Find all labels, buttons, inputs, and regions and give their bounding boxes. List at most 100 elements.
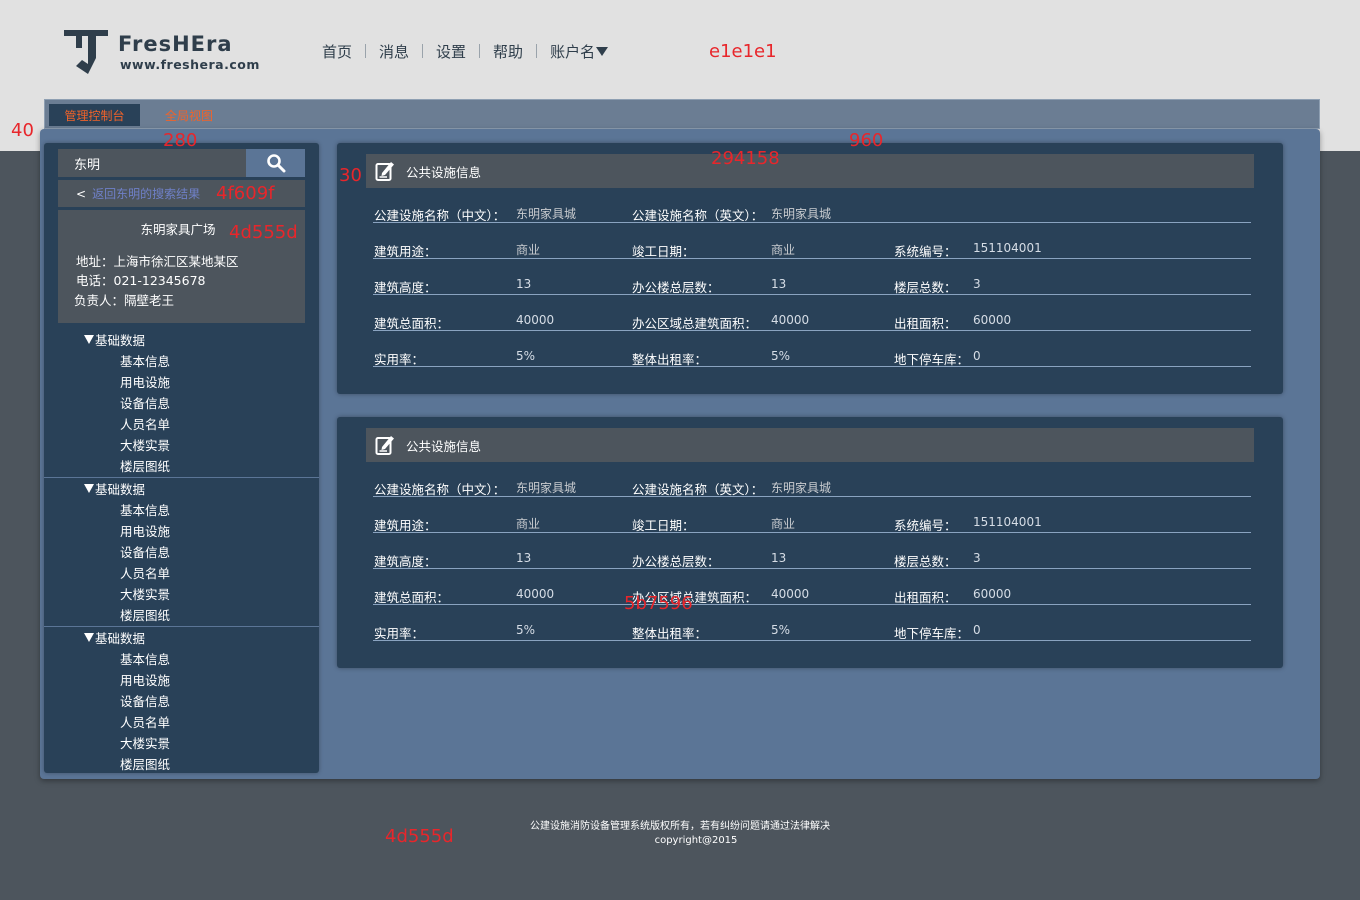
field-label: 系统编号： (894, 244, 957, 259)
tree-item-building-photos[interactable]: 大楼实景 (44, 732, 319, 753)
field-label: 竣工日期： (632, 518, 695, 533)
field-label: 地下停车库： (894, 626, 970, 641)
tree-item-electrical[interactable]: 用电设施 (44, 371, 319, 392)
annotation-header-color: e1e1e1 (709, 41, 777, 62)
field-value: 151104001 (973, 241, 1042, 255)
field-label: 整体出租率： (632, 626, 708, 641)
field-value: 151104001 (973, 515, 1042, 529)
building-phone: 电话：021-12345678 (76, 273, 206, 288)
tab-admin-console[interactable]: 管理控制台 (49, 104, 140, 126)
field-value: 40000 (516, 313, 555, 327)
field-label: 建筑总面积： (374, 316, 450, 331)
field-value: 5% (516, 349, 536, 363)
field-label: 建筑总面积： (374, 590, 450, 605)
nav-divider (365, 44, 367, 58)
logo-mark-icon (64, 30, 108, 74)
field-label: 建筑用途： (374, 244, 437, 259)
tree-item-personnel[interactable]: 人员名单 (44, 711, 319, 732)
tree-item-building-photos[interactable]: 大楼实景 (44, 434, 319, 455)
field-label: 系统编号： (894, 518, 957, 533)
info-row: 实用率： 5% 整体出租率： 5% 地下停车库： 0 (373, 623, 1251, 641)
tree-item-floor-plans[interactable]: 楼层图纸 (44, 753, 319, 774)
tree-item-personnel[interactable]: 人员名单 (44, 413, 319, 434)
field-label: 地下停车库： (894, 352, 970, 367)
field-label: 楼层总数： (894, 554, 957, 569)
field-label: 办公楼总层数： (632, 280, 720, 295)
tree-item-equipment[interactable]: 设备信息 (44, 541, 319, 562)
footer-copyright-year: copyright@2015 (654, 835, 738, 846)
tree-item-personnel[interactable]: 人员名单 (44, 562, 319, 583)
field-value: 东明家具城 (771, 481, 832, 495)
expand-triangle-icon (84, 484, 94, 493)
tree-group-header[interactable]: 基础数据 (44, 329, 319, 350)
tree-group-header[interactable]: 基础数据 (44, 478, 319, 499)
info-row: 建筑用途： 商业 竣工日期： 商业 系统编号： 151104001 (373, 515, 1251, 533)
field-value: 60000 (973, 587, 1012, 601)
search-box (58, 149, 305, 177)
nav-messages[interactable]: 消息 (379, 41, 409, 62)
field-label: 实用率： (374, 626, 425, 641)
annotation-card-color: 294158 (711, 148, 780, 169)
field-label: 公建设施名称（英文）： (632, 482, 764, 497)
field-value: 13 (516, 551, 532, 565)
brand-url: www.freshera.com (120, 57, 260, 72)
field-label: 整体出租率： (632, 352, 708, 367)
tree-item-electrical[interactable]: 用电设施 (44, 669, 319, 690)
annotation-sidebar-width: 280 (163, 130, 198, 151)
nav-help[interactable]: 帮助 (493, 41, 523, 62)
tree-item-equipment[interactable]: 设备信息 (44, 392, 319, 413)
field-value: 东明家具城 (771, 207, 832, 221)
field-value: 0 (973, 623, 981, 637)
field-value: 3 (973, 277, 981, 291)
caret-down-icon (596, 46, 609, 56)
tree-group-header[interactable]: 基础数据 (44, 627, 319, 648)
expand-triangle-icon (84, 633, 94, 642)
tab-global-view[interactable]: 全局视图 (165, 104, 213, 126)
tab-bar: 管理控制台 全局视图 (44, 99, 1320, 129)
tree-item-floor-plans[interactable]: 楼层图纸 (44, 455, 319, 476)
search-icon (266, 154, 285, 173)
search-input[interactable] (58, 149, 246, 177)
facility-info-card: 公共设施信息 公建设施名称（中文）： 东明家具城 公建设施名称（英文）： 东明家… (337, 143, 1283, 394)
field-label: 建筑高度： (374, 280, 437, 295)
field-label: 建筑高度： (374, 554, 437, 569)
account-menu[interactable]: 账户名 (550, 41, 609, 62)
field-label: 楼层总数： (894, 280, 957, 295)
field-value: 40000 (516, 587, 555, 601)
top-nav: 首页 消息 设置 帮助 账户名 (322, 40, 609, 62)
tree-item-floor-plans[interactable]: 楼层图纸 (44, 604, 319, 625)
card-header: 公共设施信息 (366, 154, 1254, 188)
nav-home[interactable]: 首页 (322, 41, 352, 62)
field-value: 商业 (516, 517, 541, 531)
annotation-tabbar-height: 40 (11, 120, 34, 141)
field-value: 13 (771, 277, 787, 291)
search-button[interactable] (246, 149, 305, 177)
tree-item-building-photos[interactable]: 大楼实景 (44, 583, 319, 604)
brand-logo[interactable]: FresHEra www.freshera.com (62, 28, 262, 78)
tree-item-basic-info[interactable]: 基本信息 (44, 499, 319, 520)
field-value: 东明家具城 (516, 207, 577, 221)
info-row: 实用率： 5% 整体出租率： 5% 地下停车库： 0 (373, 349, 1251, 367)
annotation-info-color: 4d555d (229, 222, 298, 243)
field-label: 公建设施名称（中文）： (374, 482, 506, 497)
brand-name: FresHEra (118, 32, 233, 56)
nav-divider (479, 44, 481, 58)
field-label: 公建设施名称（英文）： (632, 208, 764, 223)
tree-item-equipment[interactable]: 设备信息 (44, 690, 319, 711)
field-value: 商业 (516, 243, 541, 257)
info-row: 公建设施名称（中文）： 东明家具城 公建设施名称（英文）： 东明家具城 (373, 479, 1251, 497)
field-value: 0 (973, 349, 981, 363)
facility-info-card: 公共设施信息 公建设施名称（中文）： 东明家具城 公建设施名称（英文）： 东明家… (337, 417, 1283, 668)
info-row: 建筑高度： 13 办公楼总层数： 13 楼层总数： 3 (373, 551, 1251, 569)
field-value: 13 (516, 277, 532, 291)
nav-divider (536, 44, 538, 58)
tree-item-electrical[interactable]: 用电设施 (44, 520, 319, 541)
annotation-content-width: 960 (849, 130, 884, 151)
tree-group: 基础数据 基本信息 用电设施 设备信息 人员名单 大楼实景 楼层图纸 (44, 329, 319, 478)
field-label: 出租面积： (894, 590, 957, 605)
field-value: 5% (516, 623, 536, 637)
tree-item-basic-info[interactable]: 基本信息 (44, 350, 319, 371)
tree-item-basic-info[interactable]: 基本信息 (44, 648, 319, 669)
footer-copyright-notice: 公建设施消防设备管理系统版权所有，若有纠纷问题请通过法律解决 (530, 821, 830, 832)
nav-settings[interactable]: 设置 (436, 41, 466, 62)
